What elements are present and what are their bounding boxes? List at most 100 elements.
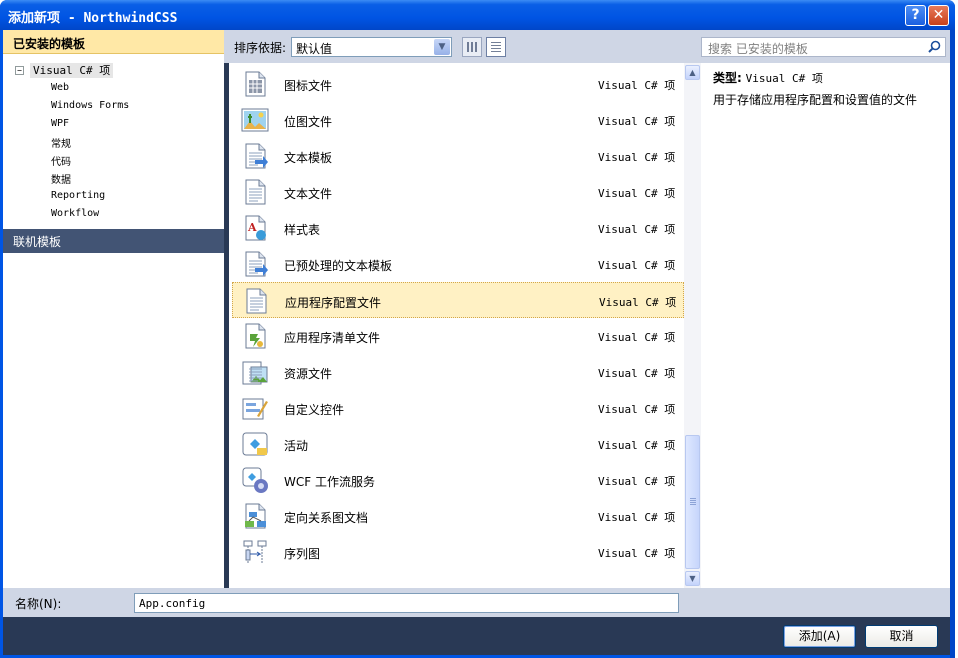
sort-toolbar: 排序依据: 默认值 ▼ [224, 30, 701, 63]
search-placeholder: 搜索 已安装的模板 [708, 42, 808, 56]
resource-file-icon [241, 358, 269, 386]
template-row[interactable]: 已预处理的文本模板 Visual C# 项 [232, 246, 684, 282]
template-language: Visual C# 项 [598, 187, 676, 200]
name-bar: 名称(N): App.config [3, 588, 950, 617]
close-icon[interactable]: ✕ [928, 5, 949, 26]
activity-icon [241, 430, 269, 458]
template-language: Visual C# 项 [598, 439, 676, 452]
template-language: Visual C# 项 [598, 403, 676, 416]
grip-icon [690, 498, 696, 506]
chevron-down-icon[interactable]: ▼ [434, 39, 450, 55]
template-row[interactable]: WCF 工作流服务 Visual C# 项 [232, 462, 684, 498]
tree-root-visual-csharp[interactable]: − Visual C# 项 [15, 62, 114, 78]
tree-item-general[interactable]: 常规 [51, 135, 71, 150]
template-language: Visual C# 项 [598, 151, 676, 164]
sort-dropdown-value: 默认值 [296, 42, 333, 56]
template-row[interactable]: 文本模板 Visual C# 项 [232, 138, 684, 174]
template-name: 序列图 [284, 547, 321, 561]
name-input[interactable]: App.config [134, 593, 679, 613]
template-language: Visual C# 项 [598, 475, 676, 488]
title-bar[interactable]: 添加新项 - NorthwindCSS ? ✕ [0, 0, 955, 30]
search-bar-area: 搜索 已安装的模板 [701, 30, 950, 63]
template-row[interactable]: 应用程序清单文件 Visual C# 项 [232, 318, 684, 354]
details-view-button[interactable] [486, 37, 506, 57]
tree-item-data[interactable]: 数据 [51, 171, 71, 186]
template-name: 已预处理的文本模板 [284, 259, 393, 273]
template-row[interactable]: 应用程序配置文件 Visual C# 项 [232, 282, 684, 318]
template-language: Visual C# 项 [598, 547, 676, 560]
template-list-scrollbar[interactable]: ▲ ▼ [684, 63, 701, 588]
custom-control-icon [241, 394, 269, 422]
tree-item-workflow[interactable]: Workflow [51, 208, 99, 219]
template-row[interactable]: 定向关系图文档 Visual C# 项 [232, 498, 684, 534]
text-template-icon [241, 142, 269, 170]
template-name: 图标文件 [284, 79, 333, 93]
scroll-down-icon[interactable]: ▼ [685, 571, 700, 586]
template-language: Visual C# 项 [598, 79, 676, 92]
template-row[interactable]: 图标文件 Visual C# 项 [232, 66, 684, 102]
grid-view-icon [467, 42, 477, 52]
template-name: 样式表 [284, 223, 321, 237]
template-name: 文本文件 [284, 187, 333, 201]
add-button[interactable]: 添加(A) [783, 625, 856, 648]
template-language: Visual C# 项 [598, 115, 676, 128]
template-name: 活动 [284, 439, 309, 453]
collapse-toggle-icon[interactable]: − [15, 66, 24, 75]
help-icon[interactable]: ? [905, 5, 926, 26]
window-title: 添加新项 - NorthwindCSS [8, 11, 178, 26]
template-language: Visual C# 项 [598, 331, 676, 344]
tree-item-wpf[interactable]: WPF [51, 118, 69, 129]
template-row[interactable]: 自定义控件 Visual C# 项 [232, 390, 684, 426]
template-row[interactable]: 资源文件 Visual C# 项 [232, 354, 684, 390]
tree-item-code[interactable]: 代码 [51, 153, 71, 168]
template-name: 应用程序清单文件 [284, 331, 381, 345]
template-language: Visual C# 项 [598, 367, 676, 380]
search-input[interactable]: 搜索 已安装的模板 [701, 37, 946, 57]
search-icon[interactable] [928, 40, 941, 53]
cancel-button[interactable]: 取消 [865, 625, 938, 648]
template-language: Visual C# 项 [598, 223, 676, 236]
template-language: Visual C# 项 [599, 296, 677, 309]
sort-dropdown[interactable]: 默认值 ▼ [291, 37, 452, 57]
tree-item-web[interactable]: Web [51, 82, 69, 93]
installed-templates-header[interactable]: 已安装的模板 [3, 30, 224, 54]
config-file-icon [242, 287, 270, 315]
stylesheet-icon: A [241, 214, 269, 242]
type-label: 类型: [713, 71, 742, 85]
template-row[interactable]: 序列图 Visual C# 项 [232, 534, 684, 570]
text-file-icon [241, 178, 269, 206]
sort-label: 排序依据: [234, 41, 287, 55]
icon-file-icon [241, 70, 269, 98]
template-name: 自定义控件 [284, 403, 345, 417]
scrollbar-thumb[interactable] [685, 435, 700, 569]
online-templates-header[interactable]: 联机模板 [3, 229, 224, 253]
template-details-panel: 类型: Visual C# 项 用于存储应用程序配置和设置值的文件 [701, 63, 950, 588]
list-view-icon [491, 42, 501, 52]
tree-item-windows-forms[interactable]: Windows Forms [51, 100, 129, 111]
template-row[interactable]: 活动 Visual C# 项 [232, 426, 684, 462]
template-name: WCF 工作流服务 [284, 475, 375, 489]
tree-root-label: Visual C# 项 [30, 63, 114, 78]
template-row[interactable]: A 样式表 Visual C# 项 [232, 210, 684, 246]
scroll-up-icon[interactable]: ▲ [685, 65, 700, 80]
tree-item-reporting[interactable]: Reporting [51, 190, 105, 201]
type-value: Visual C# 项 [745, 72, 823, 85]
template-name: 应用程序配置文件 [285, 296, 382, 310]
template-category-panel: 已安装的模板 − Visual C# 项 Web Windows Forms WP… [3, 30, 224, 588]
template-language: Visual C# 项 [598, 259, 676, 272]
dgml-document-icon [241, 502, 269, 530]
template-type: 类型: Visual C# 项 [713, 69, 823, 86]
template-list: 图标文件 Visual C# 项位图文件 Visual C# 项 文本模板 Visua… [229, 63, 684, 588]
name-label: 名称(N): [15, 597, 62, 611]
preprocessed-template-icon [241, 250, 269, 278]
template-name: 定向关系图文档 [284, 511, 369, 525]
manifest-file-icon [241, 322, 269, 350]
medium-icons-view-button[interactable] [462, 37, 482, 57]
template-name: 位图文件 [284, 115, 333, 129]
bitmap-file-icon [241, 106, 269, 134]
sequence-diagram-icon [241, 538, 269, 566]
template-row[interactable]: 位图文件 Visual C# 项 [232, 102, 684, 138]
template-row[interactable]: 文本文件 Visual C# 项 [232, 174, 684, 210]
dialog-footer: 添加(A) 取消 [3, 617, 950, 655]
template-language: Visual C# 项 [598, 511, 676, 524]
